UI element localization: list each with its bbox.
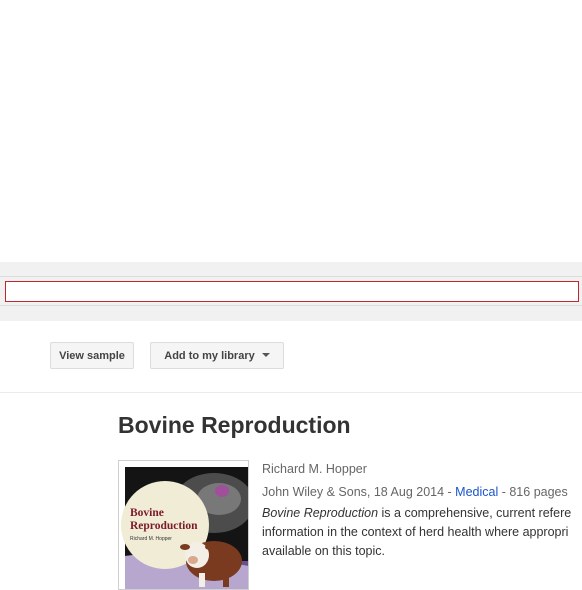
caret-down-icon [261, 352, 270, 357]
page-count: 816 pages [509, 485, 568, 499]
band-divider-top [0, 276, 582, 277]
cover-title-line1: Bovine [130, 507, 164, 519]
separator: - [498, 485, 510, 499]
add-to-library-button[interactable]: Add to my library [150, 342, 284, 369]
cover-title-line2: Reproduction [130, 520, 198, 532]
cover-author: Richard M. Hopper [130, 536, 172, 542]
book-description-line: available on this topic. [262, 544, 385, 558]
description-text: is a comprehensive, current refere [378, 506, 572, 520]
description-book-title: Bovine Reproduction [262, 506, 379, 520]
book-description-line: Bovine Reproduction is a comprehensive, … [262, 506, 571, 520]
view-sample-button[interactable]: View sample [50, 342, 134, 369]
book-publication-info: John Wiley & Sons, 18 Aug 2014 - Medical… [262, 485, 568, 499]
band-divider-bottom [0, 305, 582, 306]
book-author: Richard M. Hopper [262, 462, 367, 476]
book-cover-art: Bovine Reproduction Richard M. Hopper [121, 467, 248, 589]
category-link[interactable]: Medical [455, 485, 498, 499]
book-cover[interactable]: Bovine Reproduction Richard M. Hopper [118, 460, 249, 590]
separator: - [444, 485, 456, 499]
add-to-library-label: Add to my library [164, 349, 255, 362]
book-description-line: information in the context of herd healt… [262, 525, 569, 539]
blank-top-area [0, 0, 582, 262]
search-input[interactable] [5, 281, 579, 302]
section-divider [0, 392, 582, 393]
book-title: Bovine Reproduction [118, 412, 351, 438]
publisher-date: John Wiley & Sons, 18 Aug 2014 [262, 485, 445, 499]
